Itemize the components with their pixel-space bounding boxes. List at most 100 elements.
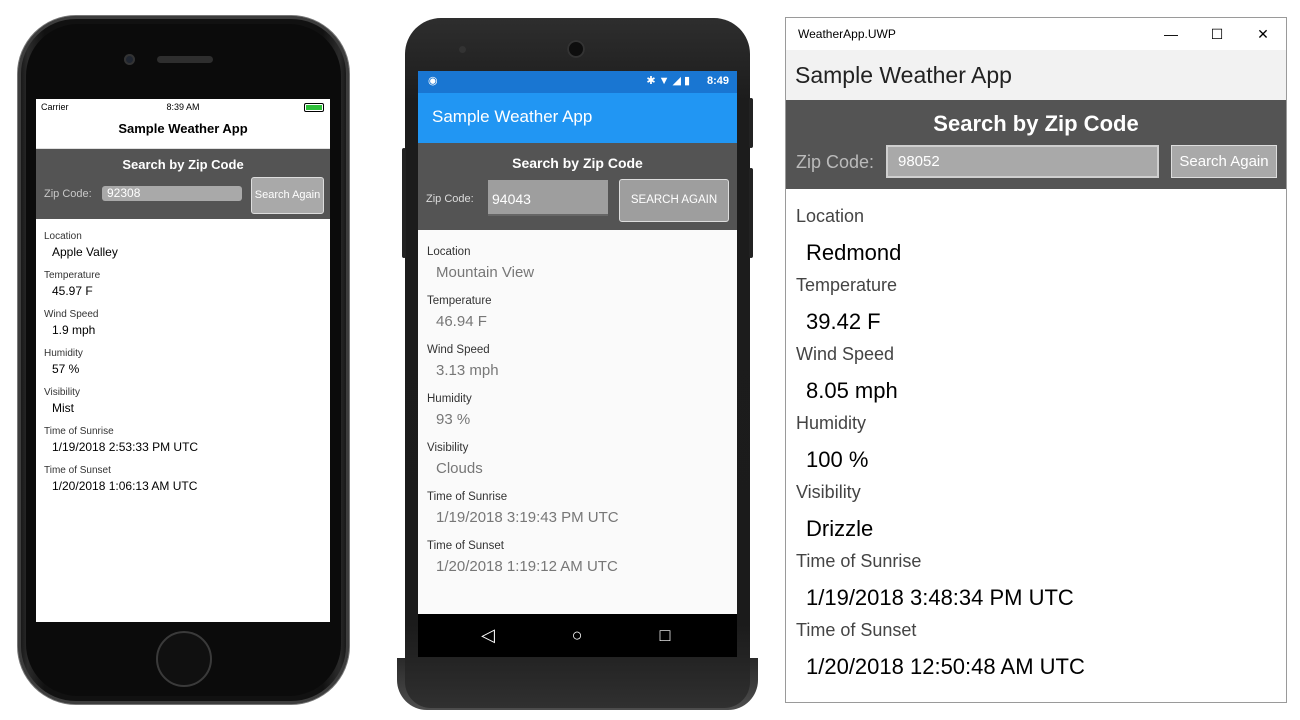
result-label: Visibility	[796, 482, 861, 502]
search-again-button[interactable]: Search Again	[251, 177, 324, 214]
power-button	[749, 98, 753, 148]
search-title: Search by Zip Code	[122, 157, 244, 172]
result-value: 93 %	[436, 411, 471, 428]
result-item: Time of Sunrise 1/19/2018 3:19:43 PM UTC	[427, 491, 737, 540]
android-status-bar: ◉ ✱▼◢▮ 8:49	[418, 71, 737, 93]
result-item: Location Redmond	[796, 206, 1286, 275]
search-again-button[interactable]: SEARCH AGAIN	[619, 179, 729, 222]
proximity-sensor	[459, 46, 466, 53]
android-device: ◉ ✱▼◢▮ 8:49 Sample Weather App Search by…	[397, 18, 758, 712]
status-time: 8:49	[706, 75, 729, 87]
result-value: Mountain View	[436, 264, 535, 281]
zip-input[interactable]: 98052	[886, 145, 1159, 178]
result-item: Time of Sunset 1/20/2018 1:06:13 AM UTC	[44, 465, 330, 504]
result-value: 46.94 F	[436, 313, 487, 330]
result-item: Time of Sunset 1/20/2018 12:50:48 AM UTC	[796, 620, 1286, 689]
page-title: Sample Weather App	[36, 114, 330, 149]
result-item: Time of Sunrise 1/19/2018 3:48:34 PM UTC	[796, 551, 1286, 620]
result-label: Location	[796, 206, 865, 226]
search-title: Search by Zip Code	[933, 111, 1139, 136]
result-label: Humidity	[44, 348, 83, 359]
result-label: Time of Sunset	[796, 620, 917, 640]
result-label: Time of Sunset	[44, 465, 111, 476]
result-label: Location	[427, 246, 471, 258]
home-button[interactable]	[156, 631, 212, 687]
result-item: Temperature 46.94 F	[427, 295, 737, 344]
android-nav-bar: ◁ ○ □	[418, 614, 737, 657]
result-value: 3.13 mph	[436, 362, 499, 379]
status-time: 8:39 AM	[166, 102, 200, 112]
result-value: Drizzle	[806, 516, 874, 541]
result-value: Clouds	[436, 460, 483, 477]
result-item: Location Mountain View	[427, 246, 737, 295]
result-label: Time of Sunrise	[44, 426, 114, 437]
result-value: 1/19/2018 2:53:33 PM UTC	[52, 440, 199, 454]
result-item: Time of Sunrise 1/19/2018 2:53:33 PM UTC	[44, 426, 330, 465]
result-label: Humidity	[427, 393, 472, 405]
close-icon[interactable]: ✕	[1240, 18, 1286, 50]
result-value: 1/20/2018 12:50:48 AM UTC	[806, 654, 1085, 679]
search-again-button[interactable]: Search Again	[1171, 145, 1277, 178]
zip-input[interactable]: 94043	[488, 180, 608, 216]
result-label: Wind Speed	[796, 344, 895, 364]
result-item: Humidity 100 %	[796, 413, 1286, 482]
result-item: Visibility Clouds	[427, 442, 737, 491]
search-panel: Search by Zip Code Zip Code: 94043 SEARC…	[418, 143, 737, 230]
maximize-icon[interactable]: ☐	[1194, 18, 1240, 50]
result-item: Humidity 93 %	[427, 393, 737, 442]
result-value: 39.42 F	[806, 309, 881, 334]
result-item: Time of Sunset 1/20/2018 1:19:12 AM UTC	[427, 540, 737, 589]
minimize-icon[interactable]: —	[1148, 18, 1194, 50]
result-value: 1/20/2018 1:06:13 AM UTC	[52, 479, 198, 493]
front-camera	[567, 40, 585, 58]
result-label: Humidity	[796, 413, 867, 433]
result-item: Visibility Drizzle	[796, 482, 1286, 551]
results-list: Location Apple Valley Temperature 45.97 F …	[36, 219, 330, 504]
result-item: Wind Speed 8.05 mph	[796, 344, 1286, 413]
ios-screen: Carrier 8:39 AM Sample Weather App Searc…	[36, 99, 330, 622]
earpiece-speaker	[157, 56, 213, 63]
search-panel: Search by Zip Code Zip Code: 98052 Searc…	[786, 100, 1286, 189]
result-label: Location	[44, 231, 82, 242]
result-value: 1/19/2018 3:48:34 PM UTC	[806, 585, 1074, 610]
search-panel: Search by Zip Code Zip Code: 92308 Searc…	[36, 149, 330, 219]
page-title: Sample Weather App	[786, 50, 1286, 100]
result-label: Temperature	[427, 295, 492, 307]
result-item: Wind Speed 3.13 mph	[427, 344, 737, 393]
result-value: 45.97 F	[52, 284, 93, 298]
result-value: Mist	[52, 401, 74, 415]
zip-label: Zip Code:	[426, 193, 474, 205]
result-value: 1/19/2018 3:19:43 PM UTC	[436, 509, 619, 526]
result-label: Temperature	[44, 270, 101, 281]
search-title: Search by Zip Code	[512, 155, 643, 171]
android-screen: ◉ ✱▼◢▮ 8:49 Sample Weather App Search by…	[418, 71, 737, 657]
result-label: Time of Sunrise	[427, 491, 508, 503]
front-camera	[124, 54, 135, 65]
result-label: Time of Sunset	[427, 540, 504, 552]
result-value: 8.05 mph	[806, 378, 898, 403]
result-item: Humidity 57 %	[44, 348, 330, 387]
results-list: Location Mountain View Temperature 46.94 F…	[418, 230, 737, 589]
result-label: Time of Sunrise	[796, 551, 922, 571]
result-value: 1.9 mph	[52, 323, 96, 337]
window-title: WeatherApp.UWP	[798, 27, 896, 41]
status-icons: ✱▼◢▮	[646, 75, 693, 87]
result-value: 57 %	[52, 362, 80, 376]
home-icon[interactable]: ○	[567, 625, 587, 645]
android-notification-icon: ◉	[428, 75, 438, 87]
zip-label: Zip Code:	[44, 188, 92, 200]
battery-icon	[304, 103, 324, 112]
result-item: Wind Speed 1.9 mph	[44, 309, 330, 348]
result-label: Temperature	[796, 275, 898, 295]
zip-input[interactable]: 92308	[102, 186, 242, 201]
results-list: Location Redmond Temperature 39.42 F Wind …	[786, 189, 1286, 689]
result-item: Temperature 45.97 F	[44, 270, 330, 309]
result-value: 100 %	[806, 447, 869, 472]
back-icon[interactable]: ◁	[478, 625, 498, 645]
result-item: Location Apple Valley	[44, 231, 330, 270]
result-item: Temperature 39.42 F	[796, 275, 1286, 344]
uwp-window: WeatherApp.UWP — ☐ ✕ Sample Weather App …	[785, 17, 1287, 703]
result-label: Visibility	[427, 442, 469, 454]
recents-icon[interactable]: □	[655, 625, 675, 645]
window-titlebar[interactable]: WeatherApp.UWP — ☐ ✕	[786, 18, 1286, 50]
